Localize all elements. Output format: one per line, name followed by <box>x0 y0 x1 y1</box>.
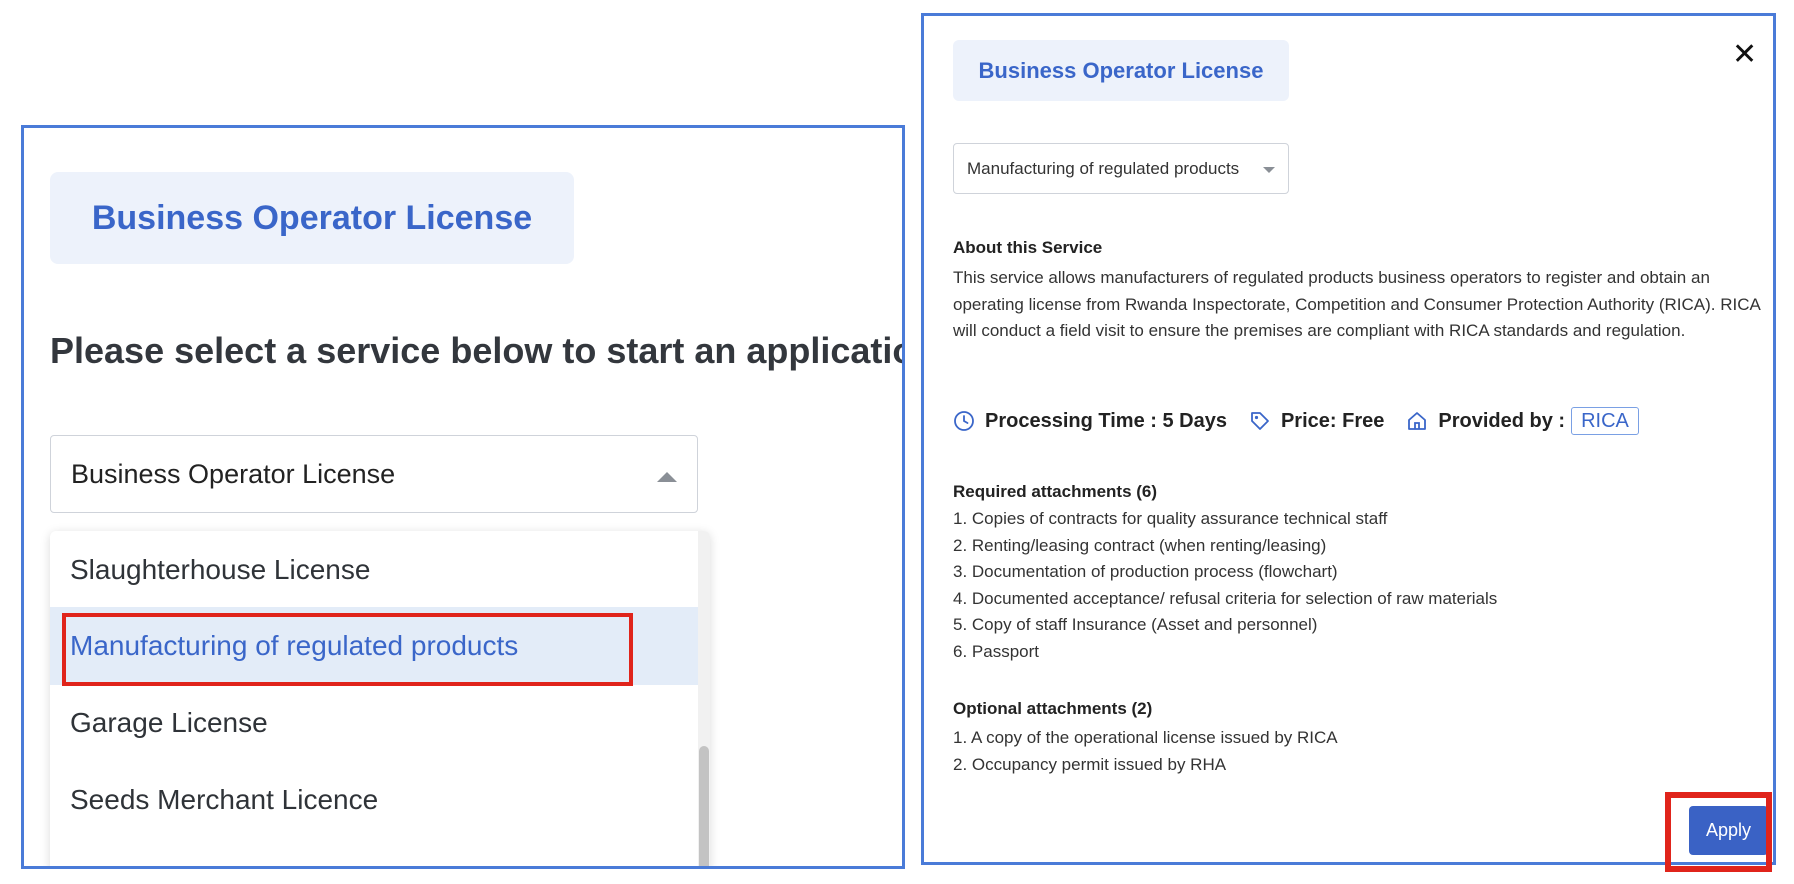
clock-icon <box>953 410 975 432</box>
optional-attachments-title: Optional attachments (2) <box>953 699 1153 718</box>
category-select[interactable]: Business Operator License <box>50 435 698 513</box>
dropdown-scrollbar[interactable] <box>698 531 710 866</box>
close-icon[interactable]: ✕ <box>1732 40 1757 70</box>
tag-icon <box>1249 410 1271 432</box>
price: Price: Free <box>1280 409 1385 432</box>
about-description: This service allows manufacturers of reg… <box>953 268 1760 340</box>
dropdown-option-slaughterhouse[interactable]: Slaughterhouse License <box>50 531 698 609</box>
service-meta-row: Processing Time : 5 Days Price: Free Pro… <box>953 404 1639 438</box>
service-dropdown-list: Slaughterhouse License Manufacturing of … <box>50 531 710 866</box>
dropdown-scrollbar-thumb[interactable] <box>699 746 709 866</box>
dropdown-option-seeds-merchant[interactable]: Seeds Merchant Licence <box>50 761 698 839</box>
list-item: 6. Passport <box>953 641 1039 661</box>
provided-by-label: Provided by : <box>1438 409 1566 432</box>
dropdown-option-label: Garage License <box>70 707 268 738</box>
provider-badge[interactable]: RICA <box>1571 407 1639 435</box>
list-item: 1. A copy of the operational license iss… <box>953 728 1338 747</box>
dropdown-option-garage[interactable]: Garage License <box>50 684 698 762</box>
service-select-value: Manufacturing of regulated products <box>967 158 1240 178</box>
instruction-heading: Please select a service below to start a… <box>50 330 905 371</box>
list-item: 1. Copies of contracts for quality assur… <box>953 509 1388 528</box>
required-attachments-list: 1. Copies of contracts for quality assur… <box>953 506 1497 665</box>
list-item: 4. Documented acceptance/ refusal criter… <box>953 588 1498 608</box>
list-item: 3. Documentation of production process (… <box>953 562 1338 581</box>
home-icon <box>1406 410 1428 432</box>
highlight-box-apply <box>1665 792 1772 872</box>
list-item: 2. Renting/leasing contract (when rentin… <box>953 535 1327 555</box>
list-item: 5. Copy of staff Insurance (Asset and pe… <box>953 615 1318 634</box>
page-title: Business Operator License <box>91 198 533 237</box>
dropdown-option-label: Slaughterhouse License <box>70 554 371 585</box>
dropdown-option-label: Seeds Merchant Licence <box>70 784 379 815</box>
about-title: About this Service <box>953 238 1103 257</box>
required-attachments-title: Required attachments (6) <box>953 482 1158 501</box>
service-select[interactable]: Manufacturing of regulated products <box>953 143 1289 194</box>
optional-attachments-list: 1. A copy of the operational license iss… <box>953 725 1338 778</box>
chevron-down-icon <box>1263 167 1275 173</box>
chevron-up-icon <box>657 472 677 482</box>
service-details-modal: Business Operator License ✕ Manufacturin… <box>921 13 1776 865</box>
page-title-chip: Business Operator License <box>50 172 574 264</box>
highlight-box-option <box>62 613 633 686</box>
service-selector-panel: Business Operator License Please select … <box>21 125 905 869</box>
modal-title: Business Operator License <box>978 57 1264 83</box>
category-select-value: Business Operator License <box>71 458 396 489</box>
processing-time: Processing Time : 5 Days <box>985 409 1227 432</box>
modal-title-chip: Business Operator License <box>953 40 1289 101</box>
list-item: 2. Occupancy permit issued by RHA <box>953 754 1227 774</box>
